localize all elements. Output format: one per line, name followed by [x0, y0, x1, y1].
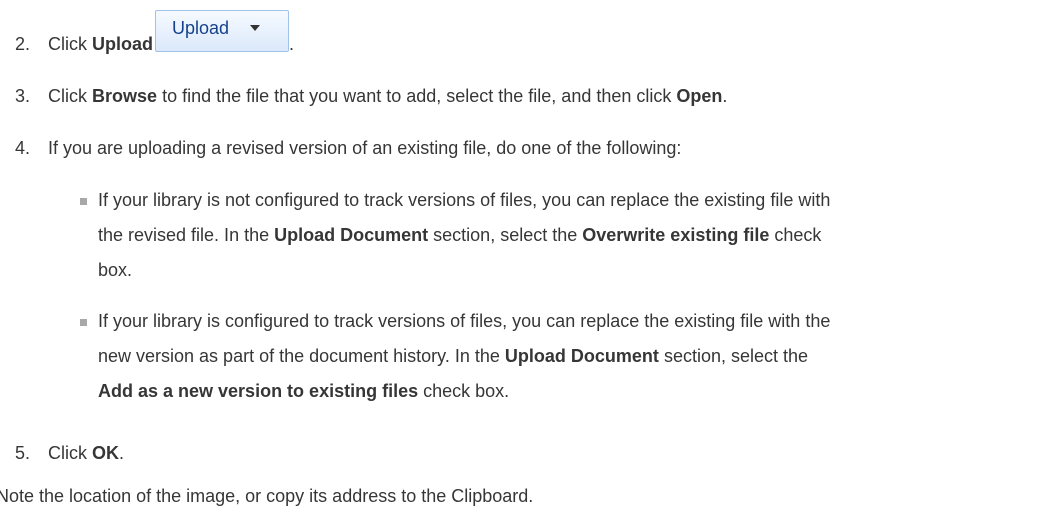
step-text: If you are uploading a revised version o… [48, 138, 682, 158]
step-number: 2. [14, 34, 30, 54]
upload-button[interactable]: Upload [155, 10, 290, 52]
step-number: 3. [14, 86, 30, 106]
bullet-square-icon [80, 319, 87, 326]
dropdown-arrow-icon[interactable] [250, 25, 261, 31]
step-text: Click Browse to find the file that you w… [48, 86, 728, 106]
note-text: Note the location of the image, or copy … [0, 486, 534, 506]
step-text: Click Upload Upload. [48, 10, 294, 55]
step-number: 4. [14, 138, 30, 158]
step-text: Click OK. [48, 443, 125, 463]
bullet-square-icon [80, 198, 87, 205]
step-number: 5. [14, 443, 30, 463]
upload-button-label: Upload [172, 18, 230, 38]
